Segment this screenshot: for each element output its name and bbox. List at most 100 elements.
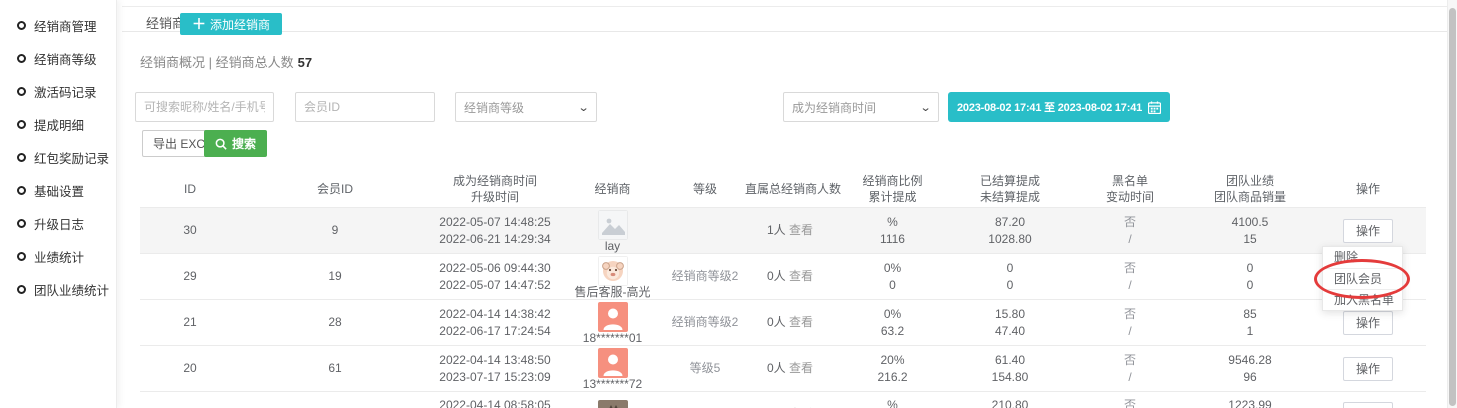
sidebar-item[interactable]: 经销商等级 — [17, 48, 97, 68]
view-link[interactable]: 查看 — [789, 269, 813, 283]
cell-direct-count: 0人 查看 — [745, 360, 835, 377]
cell-times: 2022-04-14 13:48:502023-07-17 15:23:09 — [430, 352, 560, 386]
column-header: 成为经销商时间升级时间 — [430, 173, 560, 205]
row-action-button[interactable]: 操作 — [1343, 219, 1393, 243]
sidebar-item[interactable]: 提成明细 — [17, 114, 84, 134]
cell-ratio: %4427.63 — [835, 397, 950, 408]
sidebar-item[interactable]: 基础设置 — [17, 180, 84, 200]
cell-level: 等级5 — [665, 360, 745, 377]
cell-commission: 61.40154.80 — [950, 352, 1070, 386]
cell-dealer: lay — [560, 208, 665, 253]
view-link[interactable]: 查看 — [789, 223, 813, 237]
sidebar-item[interactable]: 团队业绩统计 — [17, 279, 109, 299]
dealer-avatar-image — [598, 302, 628, 332]
sidebar-item-label: 红包奖励记录 — [34, 148, 109, 167]
scrollbar-track — [1447, 0, 1457, 408]
dealer-avatar-image — [598, 400, 628, 408]
become-time-select-value: 成为经销商时间 — [792, 99, 876, 116]
sidebar-item[interactable]: 红包奖励记录 — [17, 147, 109, 167]
cell-commission: 87.201028.80 — [950, 214, 1070, 248]
menu-item-add-blacklist[interactable]: 加入黑名单 — [1323, 289, 1402, 310]
cell-team: 00 — [1190, 260, 1310, 294]
cell-commission: 00 — [950, 260, 1070, 294]
cell-ratio: %1116 — [835, 214, 950, 248]
sidebar-item[interactable]: 激活码记录 — [17, 81, 97, 101]
cell-blacklist: 否/ — [1070, 397, 1190, 408]
sidebar-item[interactable]: 升级日志 — [17, 213, 84, 233]
row-action-button[interactable]: 操作 — [1343, 311, 1393, 335]
dealer-avatar-image — [598, 348, 628, 378]
dealer-name: 售后客服-高光 — [560, 286, 665, 299]
cell-times: 2022-05-06 09:44:302022-05-07 14:47:52 — [430, 260, 560, 294]
row-action-button[interactable]: 操作 — [1343, 402, 1393, 408]
dealer-name: lay — [560, 240, 665, 253]
column-header: 已结算提成未结算提成 — [950, 173, 1070, 205]
table-body: 30 9 2022-05-07 14:48:252022-06-21 14:29… — [140, 207, 1426, 408]
cell-action: 操作 — [1310, 219, 1426, 243]
sidebar-item-label: 业绩统计 — [34, 247, 84, 266]
add-dealer-button[interactable]: ＋ 添加经销商 — [180, 13, 282, 35]
column-header: ID — [140, 181, 240, 197]
cell-team: 1223.994 — [1190, 397, 1310, 408]
dealer-level-select-value: 经销商等级 — [464, 99, 524, 116]
view-link[interactable]: 查看 — [789, 361, 813, 375]
cell-team: 4100.515 — [1190, 214, 1310, 248]
cell-action: 操作 — [1310, 311, 1426, 335]
date-range-button[interactable]: 2023-08-02 17:41 至 2023-08-02 17:41 — [948, 92, 1170, 122]
cell-action: 操作 — [1310, 402, 1426, 408]
cell-times: 2022-04-14 14:38:422022-06-17 17:24:54 — [430, 306, 560, 340]
become-time-select[interactable]: 成为经销商时间 ⌄ — [783, 92, 939, 122]
circle-icon — [17, 285, 26, 294]
tab-bar: 经销商 — [122, 6, 1457, 32]
sidebar-item-label: 激活码记录 — [34, 82, 97, 101]
cell-blacklist: 否/ — [1070, 214, 1190, 248]
sidebar-item-label: 团队业绩统计 — [34, 280, 109, 299]
cell-id: 29 — [140, 268, 240, 285]
scrollbar-thumb[interactable] — [1449, 8, 1456, 406]
cell-level: 经销商等级2 — [665, 268, 745, 285]
sidebar-item[interactable]: 经销商管理 — [17, 15, 97, 35]
menu-item-delete[interactable]: 删除 — [1323, 247, 1402, 268]
cell-blacklist: 否/ — [1070, 306, 1190, 340]
column-header: 会员ID — [240, 181, 430, 197]
cell-member-id: 61 — [240, 360, 430, 377]
column-header: 经销商比例累计提成 — [835, 173, 950, 205]
view-link[interactable]: 查看 — [789, 315, 813, 329]
dealer-name: 18*******01 — [560, 332, 665, 345]
dealer-level-select[interactable]: 经销商等级 ⌄ — [455, 92, 597, 122]
keyword-search-input[interactable] — [135, 92, 274, 122]
dealer-avatar-image — [598, 210, 628, 240]
cell-member-id: 28 — [240, 314, 430, 331]
cell-id: 20 — [140, 360, 240, 377]
column-header: 经销商 — [560, 181, 665, 197]
chevron-down-icon: ⌄ — [919, 101, 931, 114]
circle-icon — [17, 153, 26, 162]
cell-commission: 15.8047.40 — [950, 306, 1070, 340]
table-row: 30 9 2022-05-07 14:48:252022-06-21 14:29… — [140, 207, 1426, 253]
circle-icon — [17, 87, 26, 96]
circle-icon — [17, 54, 26, 63]
table-row: 29 19 2022-05-06 09:44:302022-05-07 14:4… — [140, 253, 1426, 299]
circle-icon — [17, 186, 26, 195]
column-header: 黑名单变动时间 — [1070, 173, 1190, 205]
circle-icon — [17, 21, 26, 30]
add-dealer-label: 添加经销商 — [210, 16, 270, 33]
dealer-management-page: 经销商管理经销商等级激活码记录提成明细红包奖励记录基础设置升级日志业绩统计团队业… — [0, 0, 1457, 408]
cell-commission: 210.804113.83 — [950, 397, 1070, 408]
row-action-button[interactable]: 操作 — [1343, 357, 1393, 381]
member-id-input[interactable] — [295, 92, 435, 122]
sidebar-item[interactable]: 业绩统计 — [17, 246, 84, 266]
search-button[interactable]: 搜索 — [204, 130, 267, 157]
cell-dealer — [560, 398, 665, 408]
sidebar-item-label: 提成明细 — [34, 115, 84, 134]
circle-icon — [17, 120, 26, 129]
sidebar-item-label: 基础设置 — [34, 181, 84, 200]
plus-icon: ＋ — [192, 17, 206, 31]
cell-ratio: 0%63.2 — [835, 306, 950, 340]
dealer-avatar-image — [598, 256, 628, 286]
menu-item-team-members[interactable]: 团队会员 — [1323, 268, 1402, 289]
calendar-icon — [1148, 101, 1161, 114]
column-header: 操作 — [1310, 181, 1426, 197]
column-header: 等级 — [665, 181, 745, 197]
cell-team: 851 — [1190, 306, 1310, 340]
